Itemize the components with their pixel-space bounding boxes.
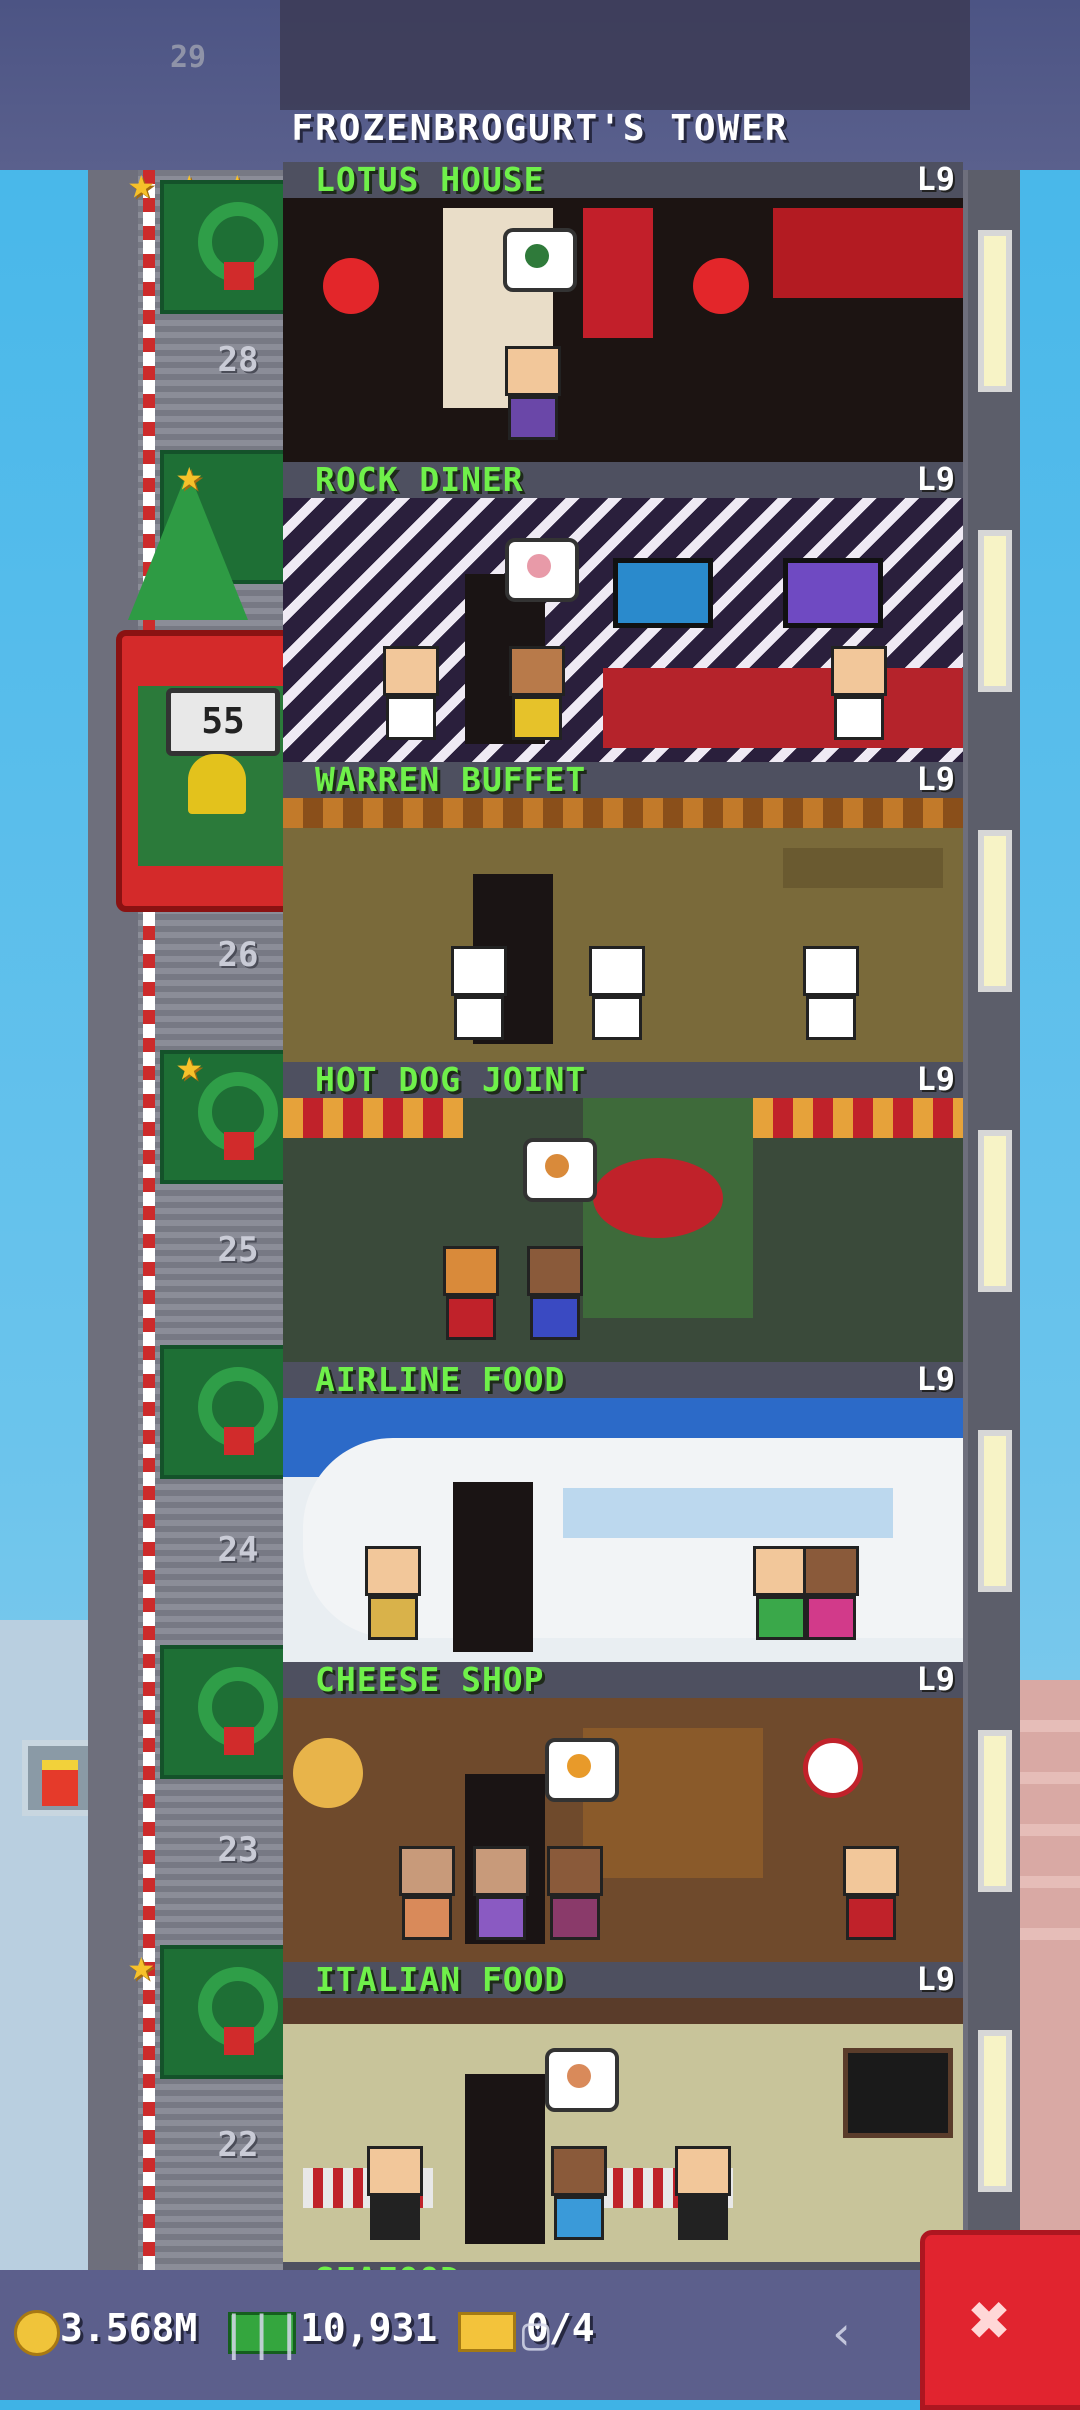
shaft-floor-number-29: 29	[170, 40, 207, 75]
floor-level: L9	[916, 462, 955, 498]
floor-level: L9	[916, 1962, 955, 1998]
floor-level: L9	[916, 1662, 955, 1698]
title-bar: 29 FROZENBROGURT'S TOWER	[0, 0, 1080, 170]
customer[interactable]	[551, 2146, 607, 2246]
diner-booths	[603, 668, 963, 748]
recent-apps-icon[interactable]: |||	[220, 2306, 303, 2360]
ticket-icon	[458, 2312, 516, 2352]
floor-room	[283, 1098, 963, 1362]
floor-name: LOTUS HOUSE	[315, 162, 545, 199]
floor-name: ITALIAN FOOD	[315, 1962, 566, 1999]
floor-level: L9	[916, 1362, 955, 1398]
customer[interactable]	[365, 1546, 421, 1646]
doorway	[453, 1482, 533, 1652]
floor-room	[283, 1998, 963, 2262]
worker[interactable]	[367, 2146, 423, 2246]
customer[interactable]	[505, 346, 561, 446]
worker[interactable]	[589, 946, 645, 1046]
worker[interactable]	[383, 646, 439, 746]
floor-rock-diner[interactable]: ROCK DINER L9	[283, 462, 963, 762]
worker[interactable]	[803, 1546, 859, 1646]
worker[interactable]	[451, 946, 507, 1046]
fries-sign-icon	[22, 1740, 98, 1816]
resource-bar: 3.568M 10,931 0/4 ||| ▢ ‹	[0, 2270, 920, 2400]
customer[interactable]	[509, 646, 565, 746]
floor-name: AIRLINE FOOD	[315, 1362, 566, 1399]
floor-name: WARREN BUFFET	[315, 762, 587, 799]
background-building-left	[0, 1620, 98, 2320]
buffet-sign	[783, 848, 943, 888]
floor-name: ROCK DINER	[315, 462, 524, 499]
no-mouse-sign-icon	[803, 1738, 863, 1798]
request-bubble[interactable]	[523, 1138, 597, 1202]
elevator-passenger-count: 55	[166, 688, 280, 756]
request-bubble[interactable]	[545, 1738, 619, 1802]
lantern-icon	[693, 258, 749, 314]
floor-room	[283, 1698, 963, 1962]
star-icon: ★	[176, 1040, 203, 1091]
coin-icon	[14, 2310, 60, 2356]
worker[interactable]	[843, 1846, 899, 1946]
customer[interactable]	[473, 1846, 529, 1946]
floor-room	[283, 1398, 963, 1662]
floor-room	[283, 198, 963, 462]
floor-name: CHEESE SHOP	[315, 1662, 545, 1699]
worker[interactable]	[831, 646, 887, 746]
hot-dog-icon	[593, 1158, 723, 1238]
back-icon[interactable]: ‹	[828, 2306, 856, 2360]
star-icon: ★	[128, 158, 155, 209]
upper-floor-preview	[280, 0, 970, 110]
floor-italian-food[interactable]: ITALIAN FOOD L9	[283, 1962, 963, 2262]
background-building-right	[1010, 1680, 1080, 2320]
tv-screen	[613, 558, 713, 628]
star-icon: ★	[176, 450, 203, 501]
worker[interactable]	[753, 1546, 809, 1646]
worker[interactable]	[675, 2146, 731, 2246]
floor-room	[283, 798, 963, 1062]
worker[interactable]	[803, 946, 859, 1046]
chalkboard-menu	[843, 2048, 953, 2138]
doorway	[465, 2074, 545, 2244]
star-icon: ★	[128, 1940, 155, 1991]
floor-cheese-shop[interactable]: CHEESE SHOP L9	[283, 1662, 963, 1962]
request-bubble[interactable]	[505, 538, 579, 602]
tower[interactable]: ★ ★ ★ 28 ★ 55 26 ★ 25 24 23 ★ ★ ★ 22 LOT…	[88, 158, 1020, 2292]
airplane-windows	[563, 1488, 893, 1538]
floor-lotus-house[interactable]: LOTUS HOUSE L9	[283, 162, 963, 462]
customer[interactable]	[527, 1246, 583, 1346]
lantern-icon	[323, 258, 379, 314]
build-button[interactable]: ✖	[920, 2230, 1080, 2410]
tower-title: FROZENBROGURT'S TOWER	[291, 108, 789, 149]
bux-value: 10,931	[300, 2306, 438, 2350]
floor-room	[283, 498, 963, 762]
floor-name: HOT DOG JOINT	[315, 1062, 587, 1099]
customer[interactable]	[547, 1846, 603, 1946]
coins-value: 3.568M	[60, 2306, 198, 2350]
floor-hot-dog-joint[interactable]: HOT DOG JOINT L9	[283, 1062, 963, 1362]
request-bubble[interactable]	[503, 228, 577, 292]
worker[interactable]	[443, 1246, 499, 1346]
floor-level: L9	[916, 162, 955, 198]
floor-warren-buffet[interactable]: WARREN BUFFET L9	[283, 762, 963, 1062]
cheese-wheel-icon	[293, 1738, 363, 1808]
floor-level: L9	[916, 1062, 955, 1098]
floor-airline-food[interactable]: AIRLINE FOOD L9	[283, 1362, 963, 1662]
elevator-passenger	[188, 754, 246, 814]
tv-screen	[783, 558, 883, 628]
floor-level: L9	[916, 762, 955, 798]
wrench-icon: ✖	[969, 2279, 1012, 2361]
customer[interactable]	[399, 1846, 455, 1946]
request-bubble[interactable]	[545, 2048, 619, 2112]
home-icon[interactable]: ▢	[522, 2306, 550, 2360]
